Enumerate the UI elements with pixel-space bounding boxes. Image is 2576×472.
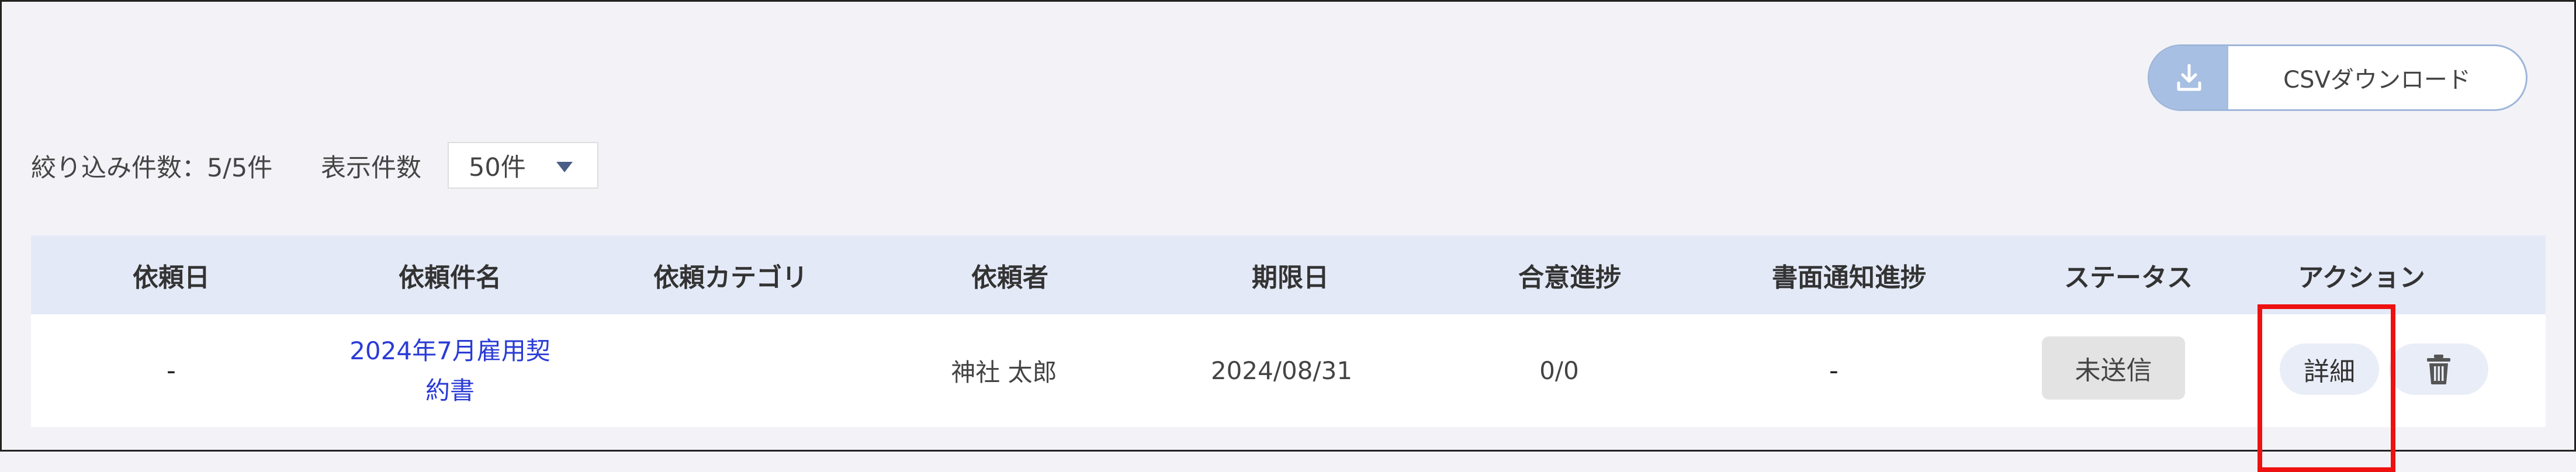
per-page-value: 50件 bbox=[469, 153, 526, 182]
header-agreement-progress[interactable]: 合意進捗 bbox=[1518, 235, 1621, 314]
header-status[interactable]: ステータス bbox=[2064, 235, 2193, 314]
cell-requester: 神社 太郎 bbox=[951, 358, 1057, 387]
header-notice-progress[interactable]: 書面通知進捗 bbox=[1772, 235, 1926, 314]
header-request-title[interactable]: 依頼件名 bbox=[399, 235, 501, 314]
header-action: アクション bbox=[2298, 262, 2425, 293]
cell-due-date: 2024/08/31 bbox=[1210, 356, 1353, 385]
header-request-date[interactable]: 依頼日 bbox=[133, 235, 210, 314]
filtered-count-label: 絞り込み件数：5/5件 bbox=[31, 154, 273, 183]
cell-agreement-progress: 0/0 bbox=[1539, 356, 1579, 385]
status-badge: 未送信 bbox=[2042, 336, 2185, 400]
header-requester[interactable]: 依頼者 bbox=[971, 235, 1048, 314]
detail-button[interactable]: 詳細 bbox=[2280, 343, 2379, 395]
trash-icon bbox=[2427, 355, 2450, 384]
table-row: - 2024年7月雇用契約書 神社 太郎 2024/08/31 0/0 - 未送… bbox=[31, 314, 2546, 427]
page-frame: CSVダウンロード 絞り込み件数：5/5件 表示件数 50件 依頼日 依頼件名 … bbox=[0, 0, 2576, 472]
csv-download-label: CSVダウンロード bbox=[2283, 67, 2471, 93]
request-title-link[interactable]: 2024年7月雇用契約書 bbox=[345, 314, 555, 427]
header-request-category[interactable]: 依頼カテゴリ bbox=[653, 235, 808, 314]
per-page-label: 表示件数 bbox=[321, 154, 421, 183]
table-header: 依頼日 依頼件名 依頼カテゴリ 依頼者 期限日 合意進捗 書面通知進捗 ステータ… bbox=[31, 235, 2546, 314]
delete-button[interactable] bbox=[2389, 343, 2488, 395]
header-due-date[interactable]: 期限日 bbox=[1252, 235, 1329, 314]
per-page-select[interactable]: 50件 bbox=[448, 142, 598, 189]
cell-request-date: - bbox=[167, 356, 176, 386]
cell-notice-progress: - bbox=[1829, 356, 1838, 386]
csv-download-button[interactable]: CSVダウンロード bbox=[2148, 44, 2527, 111]
chevron-down-icon bbox=[556, 162, 573, 172]
download-icon bbox=[2149, 46, 2228, 109]
